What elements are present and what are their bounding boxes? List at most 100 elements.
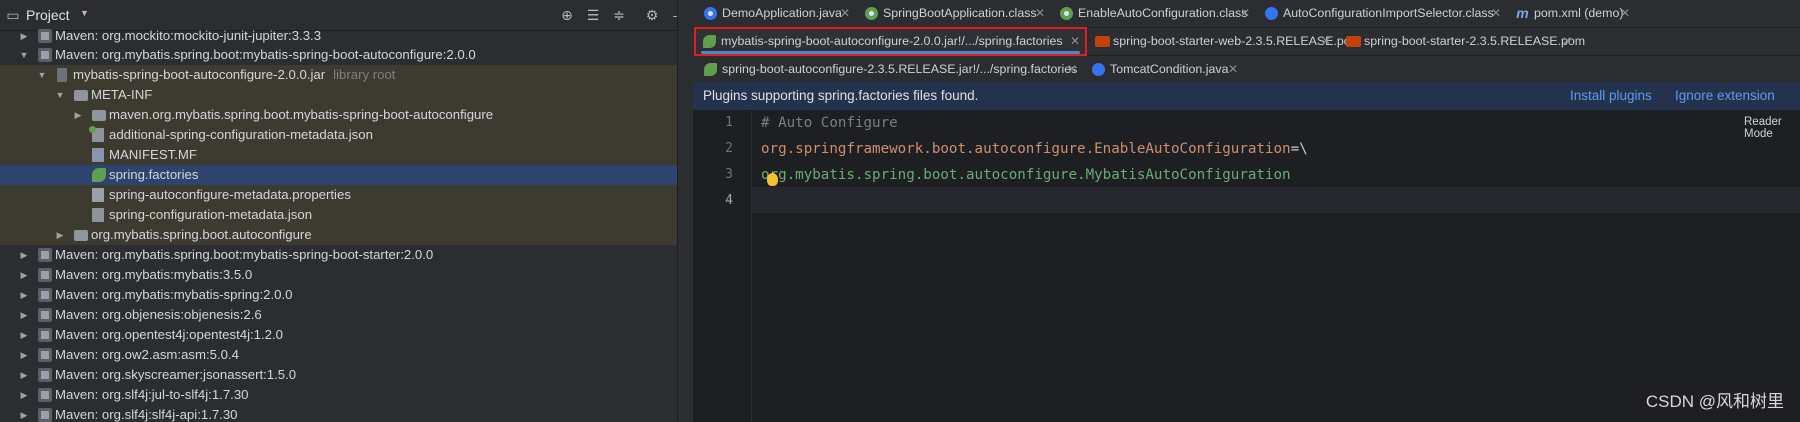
tree-item-label: Maven: org.mockito:mockito-junit-jupiter… xyxy=(55,28,322,43)
tab-tomcat-condition[interactable]: TomcatCondition.java ✕ xyxy=(1084,56,1244,83)
tree-item-label: META-INF xyxy=(91,87,153,102)
close-icon[interactable]: ✕ xyxy=(1228,56,1238,83)
spring-icon xyxy=(704,63,717,76)
tab-starter-web-pom[interactable]: spring-boot-starter-web-2.3.5.RELEASE.po… xyxy=(1087,28,1361,55)
chevron-down-icon[interactable]: ▼ xyxy=(18,45,30,65)
tree-item[interactable]: ▶ Maven: org.mybatis:mybatis:3.5.0 xyxy=(0,265,677,285)
tree-item[interactable]: ▶ Maven: org.ow2.asm:asm:5.0.4 xyxy=(0,345,677,365)
tree-item-label: Maven: org.mybatis:mybatis:3.5.0 xyxy=(55,267,253,282)
locate-icon[interactable]: ⊕ xyxy=(558,6,576,24)
chevron-right-icon[interactable]: ▶ xyxy=(18,305,30,325)
minimize-icon[interactable]: – xyxy=(668,6,677,24)
tree-item[interactable]: ▶ Maven: org.opentest4j:opentest4j:1.2.0 xyxy=(0,325,677,345)
project-title[interactable]: Project xyxy=(26,7,70,23)
close-icon[interactable]: ✕ xyxy=(840,0,850,27)
tree-item-label: Maven: org.slf4j:slf4j-api:1.7.30 xyxy=(55,407,238,422)
tree-item[interactable]: ▶ Maven: org.mybatis:mybatis-spring:2.0.… xyxy=(0,285,677,305)
tree-item-file[interactable]: spring-autoconfigure-metadata.properties xyxy=(0,185,677,205)
tab-row-3: spring-boot-autoconfigure-2.3.5.RELEASE.… xyxy=(693,56,1800,84)
tab-enable-auto-configuration[interactable]: EnableAutoConfiguration.class ✕ xyxy=(1052,0,1256,27)
tab-label: TomcatCondition.java xyxy=(1110,62,1229,76)
chevron-right-icon[interactable]: ▶ xyxy=(18,26,30,46)
class-icon xyxy=(1092,63,1105,76)
chevron-right-icon[interactable]: ▶ xyxy=(72,105,84,125)
close-icon[interactable]: ✕ xyxy=(1562,28,1572,55)
chevron-down-icon[interactable]: ▼ xyxy=(36,65,48,85)
tree-item-label: Maven: org.ow2.asm:asm:5.0.4 xyxy=(55,347,239,362)
tab-starter-pom[interactable]: spring-boot-starter-2.3.5.RELEASE.pom ✕ xyxy=(1338,28,1585,55)
maven-library-icon xyxy=(38,308,52,322)
tree-item[interactable]: ▶ Maven: org.objenesis:objenesis:2.6 xyxy=(0,305,677,325)
tree-item-selected[interactable]: spring.factories xyxy=(0,165,677,185)
chevron-right-icon[interactable]: ▶ xyxy=(18,365,30,385)
tree-item-label: additional-spring-configuration-metadata… xyxy=(109,127,373,142)
tab-label: spring-boot-autoconfigure-2.3.5.RELEASE.… xyxy=(722,62,1078,76)
install-plugins-link[interactable]: Install plugins xyxy=(1570,88,1652,103)
close-icon[interactable]: ✕ xyxy=(1035,0,1045,27)
tree-item-folder[interactable]: ▼ META-INF xyxy=(0,85,677,105)
tab-auto-configuration-import-selector[interactable]: AutoConfigurationImportSelector.class ✕ xyxy=(1257,0,1507,27)
plugin-suggestion-banner: Plugins supporting spring.factories file… xyxy=(693,82,1800,111)
chevron-right-icon[interactable]: ▶ xyxy=(54,225,66,245)
ignore-extension-link[interactable]: Ignore extension xyxy=(1675,88,1775,103)
reader-mode-button[interactable]: Reader Mode xyxy=(1744,116,1800,140)
banner-message: Plugins supporting spring.factories file… xyxy=(703,88,979,103)
panel-splitter[interactable] xyxy=(677,0,694,422)
tree-item-package[interactable]: ▶ org.mybatis.spring.boot.autoconfigure xyxy=(0,225,677,245)
close-icon[interactable]: ✕ xyxy=(1491,0,1501,27)
lightbulb-icon[interactable] xyxy=(767,173,778,186)
tree-item-label: MANIFEST.MF xyxy=(109,147,197,162)
chevron-right-icon[interactable]: ▶ xyxy=(18,345,30,365)
chevron-right-icon[interactable]: ▶ xyxy=(18,265,30,285)
tree-item-file[interactable]: spring-configuration-metadata.json xyxy=(0,205,677,225)
close-icon[interactable]: ✕ xyxy=(1240,0,1250,27)
expand-all-icon[interactable]: ☰ xyxy=(584,6,602,24)
chevron-right-icon[interactable]: ▶ xyxy=(18,405,30,422)
maven-library-icon xyxy=(38,248,52,262)
line-number: 4 xyxy=(725,193,733,208)
package-icon xyxy=(74,230,88,241)
chevron-down-icon[interactable]: ▼ xyxy=(80,8,89,18)
tab-row-2: mybatis-spring-boot-autoconfigure-2.0.0.… xyxy=(693,27,1800,56)
collapse-all-icon[interactable]: ≑ xyxy=(610,6,628,24)
tab-boot-autoconfigure-spring-factories[interactable]: spring-boot-autoconfigure-2.3.5.RELEASE.… xyxy=(696,56,1083,83)
code-editor[interactable]: # Auto Configure org.springframework.boo… xyxy=(752,111,1800,422)
code-line-comment: # Auto Configure xyxy=(761,115,898,131)
close-icon[interactable]: ✕ xyxy=(1321,28,1331,55)
close-icon[interactable]: ✕ xyxy=(1067,56,1077,83)
tree-item[interactable]: ▶ Maven: org.slf4j:slf4j-api:1.7.30 xyxy=(0,405,677,422)
tree-item[interactable]: ▶ Maven: org.mockito:mockito-junit-jupit… xyxy=(0,26,677,46)
tree-item[interactable]: ▶ Maven: org.slf4j:jul-to-slf4j:1.7.30 xyxy=(0,385,677,405)
maven-library-icon xyxy=(38,368,52,382)
tree-item[interactable]: ▶ Maven: org.mybatis.spring.boot:mybatis… xyxy=(0,245,677,265)
chevron-down-icon[interactable]: ▼ xyxy=(54,85,66,105)
tree-item-label: Maven: org.opentest4j:opentest4j:1.2.0 xyxy=(55,327,284,342)
tree-item[interactable]: ▼ Maven: org.mybatis.spring.boot:mybatis… xyxy=(0,45,677,65)
project-view-icon[interactable]: ▭ xyxy=(4,6,22,24)
gear-icon[interactable]: ⚙ xyxy=(643,6,661,24)
properties-file-icon xyxy=(92,188,104,202)
line-number-gutter[interactable]: 1 2 3 4 xyxy=(693,111,752,422)
tree-item-label: spring-configuration-metadata.json xyxy=(109,207,313,222)
tab-pom-xml-demo[interactable]: m pom.xml (demo) ✕ xyxy=(1508,0,1636,27)
line-number: 3 xyxy=(725,167,733,182)
manifest-icon xyxy=(92,148,104,162)
chevron-right-icon[interactable]: ▶ xyxy=(18,285,30,305)
tab-springboot-application[interactable]: SpringBootApplication.class ✕ xyxy=(857,0,1051,27)
tree-item-jar[interactable]: ▼ mybatis-spring-boot-autoconfigure-2.0.… xyxy=(0,65,677,85)
tab-mybatis-spring-factories[interactable]: mybatis-spring-boot-autoconfigure-2.0.0.… xyxy=(694,27,1087,56)
tab-demo-application[interactable]: DemoApplication.java ✕ xyxy=(696,0,856,27)
chevron-right-icon[interactable]: ▶ xyxy=(18,325,30,345)
tree-item-folder[interactable]: ▶ maven.org.mybatis.spring.boot.mybatis-… xyxy=(0,105,677,125)
chevron-right-icon[interactable]: ▶ xyxy=(18,245,30,265)
jar-icon xyxy=(57,68,67,82)
tree-item-file[interactable]: additional-spring-configuration-metadata… xyxy=(0,125,677,145)
tree-item-label: spring.factories xyxy=(109,167,199,182)
tree-item-file[interactable]: MANIFEST.MF xyxy=(0,145,677,165)
chevron-right-icon[interactable]: ▶ xyxy=(18,385,30,405)
tree-item[interactable]: ▶ Maven: org.skyscreamer:jsonassert:1.5.… xyxy=(0,365,677,385)
maven-library-icon xyxy=(38,29,52,43)
code-key: org.springframework.boot.autoconfigure.E… xyxy=(761,141,1291,157)
close-icon[interactable]: ✕ xyxy=(1620,0,1630,27)
spring-icon xyxy=(92,168,106,182)
